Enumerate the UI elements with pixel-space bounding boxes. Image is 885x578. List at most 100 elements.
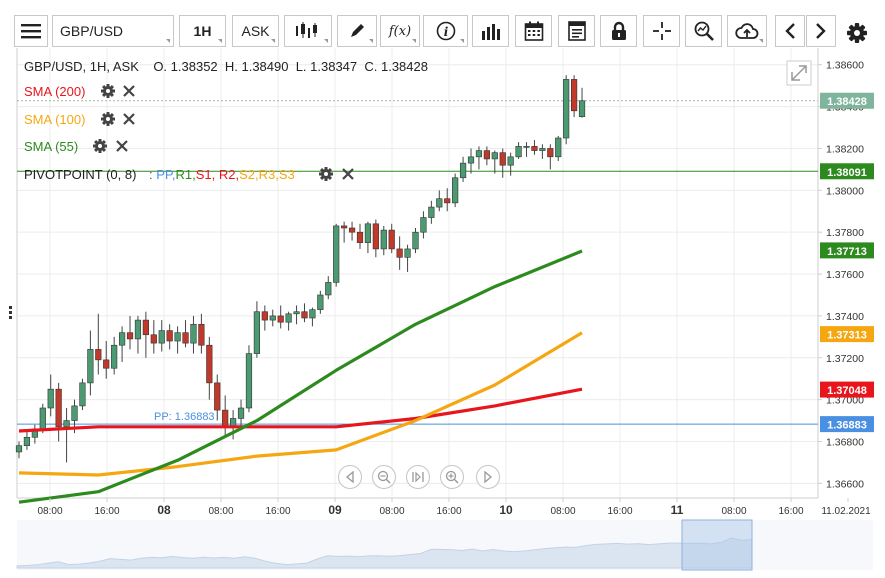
cloud-save-button[interactable] [727, 15, 767, 47]
sma200-label[interactable]: SMA (200) [24, 84, 85, 99]
x-tick-label: 11 [671, 503, 684, 517]
hamburger-icon [21, 24, 41, 39]
bar-chart-button[interactable] [472, 15, 509, 47]
gear-icon[interactable] [93, 139, 107, 153]
candle-body [491, 152, 498, 160]
svg-text:i: i [443, 25, 448, 39]
scroll-right-icon[interactable] [476, 465, 500, 489]
info-button[interactable]: i [423, 15, 468, 47]
candle[interactable] [570, 75, 578, 118]
candle[interactable] [563, 75, 570, 145]
info-icon: i [436, 21, 455, 41]
crosshair-button[interactable] [643, 15, 680, 47]
price-tag-label: 1.37713 [827, 246, 867, 258]
toolbar: GBP/USD 1H ASK f(x) i [0, 0, 885, 48]
panel-resize-handle[interactable] [9, 306, 12, 319]
ohlc-legend: GBP/USD, 1H, ASK O. 1.38352 H. 1.38490 L… [24, 59, 428, 74]
gear-icon[interactable] [101, 112, 115, 126]
candle-body [380, 229, 387, 250]
price-type-selector[interactable]: ASK [232, 15, 279, 47]
candle-body [301, 311, 308, 319]
candle-body [23, 437, 31, 446]
indicators-button[interactable]: f(x) [380, 15, 420, 47]
lock-button[interactable] [600, 15, 637, 47]
candle-body [563, 79, 570, 139]
candle-body [444, 198, 451, 204]
candle-body [325, 282, 332, 296]
report-button[interactable] [558, 15, 595, 47]
timeframe-selector[interactable]: 1H [179, 15, 226, 47]
candle-body [71, 405, 78, 421]
scroll-right-button[interactable] [806, 15, 836, 47]
candle-body [253, 311, 261, 354]
candle-body [206, 344, 213, 384]
x-tick-label: 08:00 [379, 506, 404, 517]
pivot-label[interactable]: PIVOTPOINT (0, 8) [24, 167, 136, 182]
calendar-button[interactable] [515, 15, 552, 47]
sma100-label[interactable]: SMA (100) [24, 112, 85, 127]
candle-body [555, 137, 562, 158]
y-tick-label: 1.37200 [826, 353, 864, 365]
gear-icon[interactable] [101, 84, 115, 98]
cloud-icon [735, 23, 759, 39]
reset-zoom-icon[interactable] [406, 465, 430, 489]
pivot-level-label: PP: 1.36883 [154, 411, 215, 423]
candle-body [15, 445, 23, 453]
candle-body [348, 227, 356, 233]
y-tick-label: 1.37800 [826, 227, 864, 239]
zoom-out-icon[interactable] [372, 465, 396, 489]
candle-body [222, 409, 229, 428]
candle[interactable] [333, 223, 340, 287]
draw-tool-button[interactable] [337, 15, 377, 47]
menu-button[interactable] [14, 15, 48, 47]
candle-body [150, 334, 157, 344]
candle[interactable] [79, 378, 86, 411]
settings-button[interactable] [846, 22, 868, 44]
candle-body [356, 231, 364, 243]
candle-body [539, 148, 546, 151]
zoom-in-icon[interactable] [440, 465, 464, 489]
symbol-selector[interactable]: GBP/USD [52, 15, 174, 47]
zoom-button[interactable] [685, 15, 722, 47]
y-tick-label: 1.36600 [826, 478, 864, 490]
candle-body [499, 152, 506, 166]
candle-body [578, 100, 586, 117]
candle-body [428, 206, 435, 218]
candle-body [293, 311, 300, 315]
maximize-button[interactable] [786, 60, 812, 86]
candle-body [507, 156, 514, 166]
gear-icon[interactable] [319, 167, 333, 181]
candle-body [182, 332, 189, 344]
candle-body [547, 148, 554, 158]
candle[interactable] [452, 173, 459, 208]
chart-area[interactable]: PP: 1.36883 1.36600 1.36800 1.37000 1.37200… [0, 48, 885, 573]
x-tick-label: 08:00 [550, 506, 575, 517]
candle-body [412, 231, 419, 250]
navigator-window[interactable] [681, 519, 753, 571]
x-tick-label: 08:00 [721, 506, 746, 517]
lock-icon [611, 21, 626, 40]
scroll-left-icon[interactable] [338, 465, 362, 489]
sma55-label[interactable]: SMA (55) [24, 139, 78, 154]
candle-body [142, 319, 149, 336]
chart-type-button[interactable] [284, 15, 332, 47]
candle-body [39, 407, 46, 430]
scroll-left-button[interactable] [775, 15, 805, 47]
zoom-chart-icon [694, 21, 714, 41]
x-tick-label: 08 [157, 503, 171, 517]
pencil-icon [351, 24, 364, 37]
candle-body [467, 156, 475, 164]
candle-body [198, 323, 205, 346]
y-tick-label: 1.37600 [826, 269, 864, 281]
candle-body [277, 315, 284, 323]
x-tick-label: 08:00 [37, 506, 62, 517]
price-tag-label: 1.38428 [827, 96, 867, 108]
plot-background[interactable] [17, 48, 818, 498]
candle[interactable] [245, 345, 253, 413]
price-tag-label: 1.38091 [827, 167, 867, 179]
chevron-left-icon [785, 23, 795, 39]
timeframe-label: 1H [193, 23, 212, 39]
chart-svg[interactable]: PP: 1.36883 1.366001.368001.370001.37200… [0, 48, 885, 573]
candles-icon [296, 22, 317, 38]
document-icon [567, 21, 586, 41]
